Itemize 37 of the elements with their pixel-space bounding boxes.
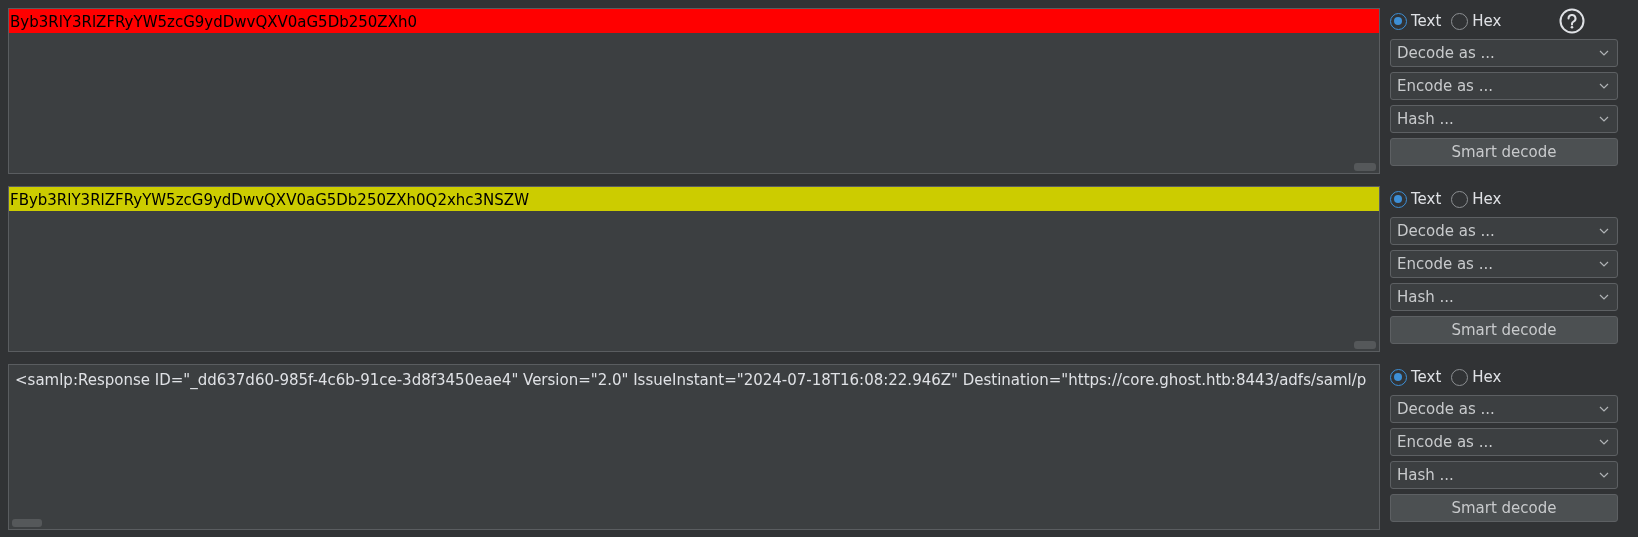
editor-text: FByb3RlY3RlZFRyYW5zcG9ydDwvQXV0aG5Db250ZXh0Q2xhc3NSZW xyxy=(9,187,1379,211)
chevron-down-icon xyxy=(1599,228,1609,234)
dropdown[interactable]: Decode as ... xyxy=(1390,39,1618,67)
help-icon[interactable] xyxy=(1559,8,1586,34)
chevron-down-icon xyxy=(1599,116,1609,122)
smart-decode-button[interactable]: Smart decode xyxy=(1390,494,1618,522)
editor-text: Byb3RlY3RlZFRyYW5zcG9ydDwvQXV0aG5Db250ZXh0 xyxy=(9,9,1379,33)
chevron-down-icon xyxy=(1599,406,1609,412)
chevron-down-icon xyxy=(1599,472,1609,478)
chevron-down-icon xyxy=(1599,83,1609,89)
smart-decode-button[interactable]: Smart decode xyxy=(1390,316,1618,344)
dropdown[interactable]: Encode as ... xyxy=(1390,72,1618,100)
dropdown[interactable]: Encode as ... xyxy=(1390,250,1618,278)
chevron-down-icon xyxy=(1599,439,1609,445)
dropdown[interactable]: Hash ... xyxy=(1390,283,1618,311)
dropdown[interactable]: Decode as ... xyxy=(1390,395,1618,423)
radio-label[interactable]: Hex xyxy=(1472,187,1502,211)
dropdown[interactable]: Decode as ... xyxy=(1390,217,1618,245)
chevron-down-icon xyxy=(1599,294,1609,300)
radio-label[interactable]: Hex xyxy=(1472,9,1502,33)
dropdown[interactable]: Hash ... xyxy=(1390,105,1618,133)
text-editor[interactable]: FByb3RlY3RlZFRyYW5zcG9ydDwvQXV0aG5Db250ZXh0Q2xhc3NSZW xyxy=(8,186,1380,352)
text-editor[interactable]: <samlp:Response ID="_dd637d60-985f-4c6b-91ce-3d8f3450eae4" Version="2.0" IssueInstant="2024-07-18T16:08:22.946Z" Destination="https://core.ghost.htb:8443/adfs/saml/p xyxy=(8,364,1380,530)
radio-label[interactable]: Text xyxy=(1411,365,1442,389)
scrollbar-thumb[interactable] xyxy=(1354,163,1376,171)
dropdown[interactable]: Encode as ... xyxy=(1390,428,1618,456)
scrollbar-thumb[interactable] xyxy=(1354,341,1376,349)
radio-label[interactable]: Text xyxy=(1411,187,1442,211)
chevron-down-icon xyxy=(1599,50,1609,56)
dropdown[interactable]: Hash ... xyxy=(1390,461,1618,489)
chevron-down-icon xyxy=(1599,261,1609,267)
scrollbar-thumb[interactable] xyxy=(12,519,42,527)
radio-label[interactable]: Hex xyxy=(1472,365,1502,389)
smart-decode-button[interactable]: Smart decode xyxy=(1390,138,1618,166)
radio-label[interactable]: Text xyxy=(1411,9,1442,33)
editor-text: <samlp:Response ID="_dd637d60-985f-4c6b-91ce-3d8f3450eae4" Version="2.0" IssueInstant="2024-07-18T16:08:22.946Z" Destination="https://core.ghost.htb:8443/adfs/saml/p xyxy=(14,370,1368,391)
text-editor[interactable]: Byb3RlY3RlZFRyYW5zcG9ydDwvQXV0aG5Db250ZXh0 xyxy=(8,8,1380,174)
